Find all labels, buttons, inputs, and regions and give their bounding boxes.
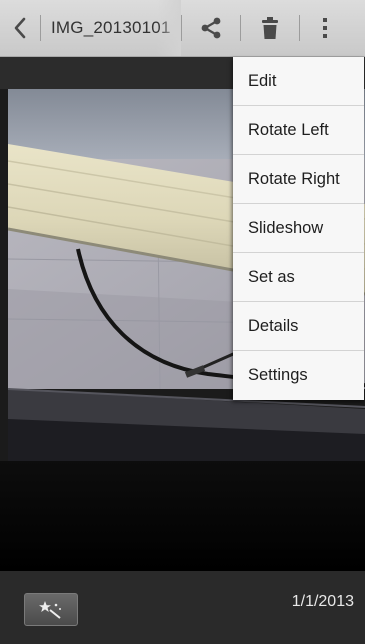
bottom-bar: 1/1/2013 — [0, 571, 365, 644]
image-title: IMG_20130101 — [51, 18, 171, 37]
menu-item-rotate-left[interactable]: Rotate Left — [233, 106, 364, 155]
trash-icon — [262, 17, 278, 39]
auto-enhance-button[interactable] — [24, 593, 78, 626]
menu-item-details[interactable]: Details — [233, 302, 364, 351]
overflow-menu-icon — [323, 18, 327, 38]
action-bar: IMG_20130101 — [0, 0, 365, 57]
photo-viewer-screen: IMG_20130101 1/1/2013 Edit Rotate Left R… — [0, 0, 365, 644]
overflow-menu: Edit Rotate Left Rotate Right Slideshow … — [233, 57, 364, 400]
chevron-left-icon — [14, 17, 26, 39]
menu-item-slideshow[interactable]: Slideshow — [233, 204, 364, 253]
back-button[interactable] — [0, 0, 40, 56]
menu-item-edit[interactable]: Edit — [233, 57, 364, 106]
share-button[interactable] — [182, 0, 240, 56]
menu-item-set-as[interactable]: Set as — [233, 253, 364, 302]
share-icon — [201, 17, 221, 39]
photo-date: 1/1/2013 — [291, 593, 354, 610]
magic-wand-icon — [39, 600, 61, 619]
photo-bottom-band — [0, 461, 365, 571]
title-area: IMG_20130101 — [41, 0, 181, 56]
menu-item-rotate-right[interactable]: Rotate Right — [233, 155, 364, 204]
delete-button[interactable] — [241, 0, 299, 56]
title-fade — [157, 0, 181, 56]
overflow-menu-button[interactable] — [300, 0, 350, 56]
menu-item-settings[interactable]: Settings — [233, 351, 364, 400]
